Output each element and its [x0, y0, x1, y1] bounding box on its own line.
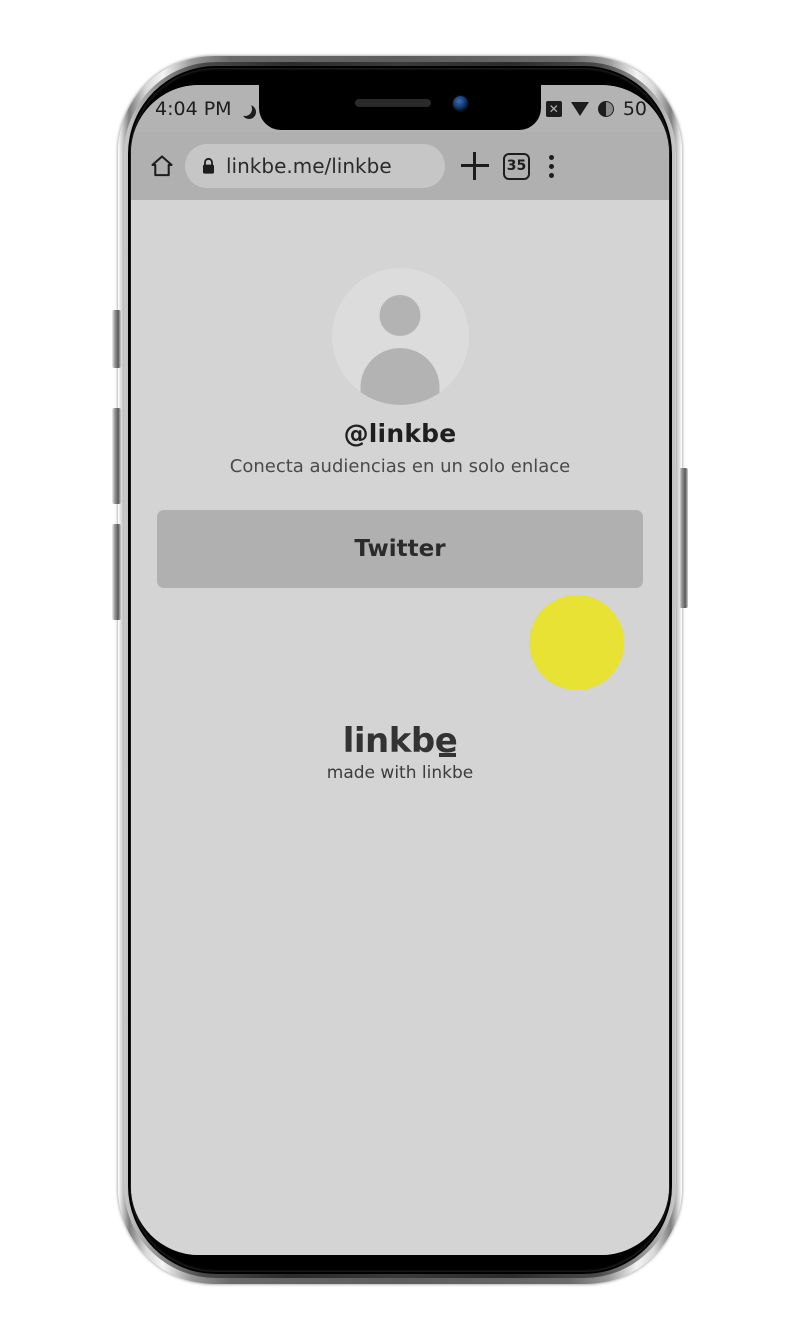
- url-text[interactable]: linkbe.me/linkbe: [226, 154, 392, 178]
- plus-icon[interactable]: [461, 152, 489, 180]
- footer-credit: made with linkbe: [326, 763, 474, 783]
- home-icon[interactable]: [149, 153, 175, 179]
- phone-screen: 4:04 PM ✕ 50 linkbe.me/linkbe 35 @linkbe…: [131, 85, 669, 1255]
- person-placeholder-icon-head: [379, 295, 421, 336]
- triangle-down-icon: [570, 101, 589, 116]
- mute-switch-button[interactable]: [112, 310, 121, 368]
- status-bar-left: 4:04 PM: [155, 98, 254, 120]
- battery-level-label: 50: [622, 97, 647, 120]
- link-list: Twitter: [131, 510, 669, 588]
- linkbe-logo: linkbe: [342, 721, 458, 761]
- half-circle-icon: [597, 100, 614, 117]
- moon-icon: [238, 101, 254, 117]
- profile-handle: @linkbe: [343, 419, 457, 448]
- page-content: @linkbe Conecta audiencias en un solo en…: [131, 200, 669, 1255]
- phone-device: 4:04 PM ✕ 50 linkbe.me/linkbe 35 @linkbe…: [100, 48, 700, 1293]
- footer: linkbe made with linkbe: [131, 721, 669, 783]
- device-notch: [259, 85, 541, 130]
- url-bar[interactable]: linkbe.me/linkbe: [185, 144, 445, 188]
- person-placeholder-icon-body: [360, 348, 440, 405]
- tab-counter-button[interactable]: 35: [503, 152, 530, 180]
- earpiece-speaker: [355, 99, 431, 107]
- status-bar-right: ✕ 50: [545, 97, 647, 120]
- browser-toolbar: linkbe.me/linkbe 35: [131, 132, 669, 200]
- front-camera-icon: [453, 96, 468, 111]
- status-bar-time: 4:04 PM: [155, 97, 232, 120]
- volume-up-button[interactable]: [112, 408, 121, 504]
- power-button[interactable]: [679, 468, 688, 608]
- avatar: [331, 268, 469, 405]
- three-dots-icon[interactable]: [548, 154, 554, 178]
- lock-icon: [201, 157, 216, 175]
- volume-down-button[interactable]: [112, 524, 121, 620]
- profile-tagline: Conecta audiencias en un solo enlace: [229, 456, 571, 477]
- x-box-icon: ✕: [545, 100, 562, 117]
- link-button-twitter[interactable]: Twitter: [157, 510, 643, 588]
